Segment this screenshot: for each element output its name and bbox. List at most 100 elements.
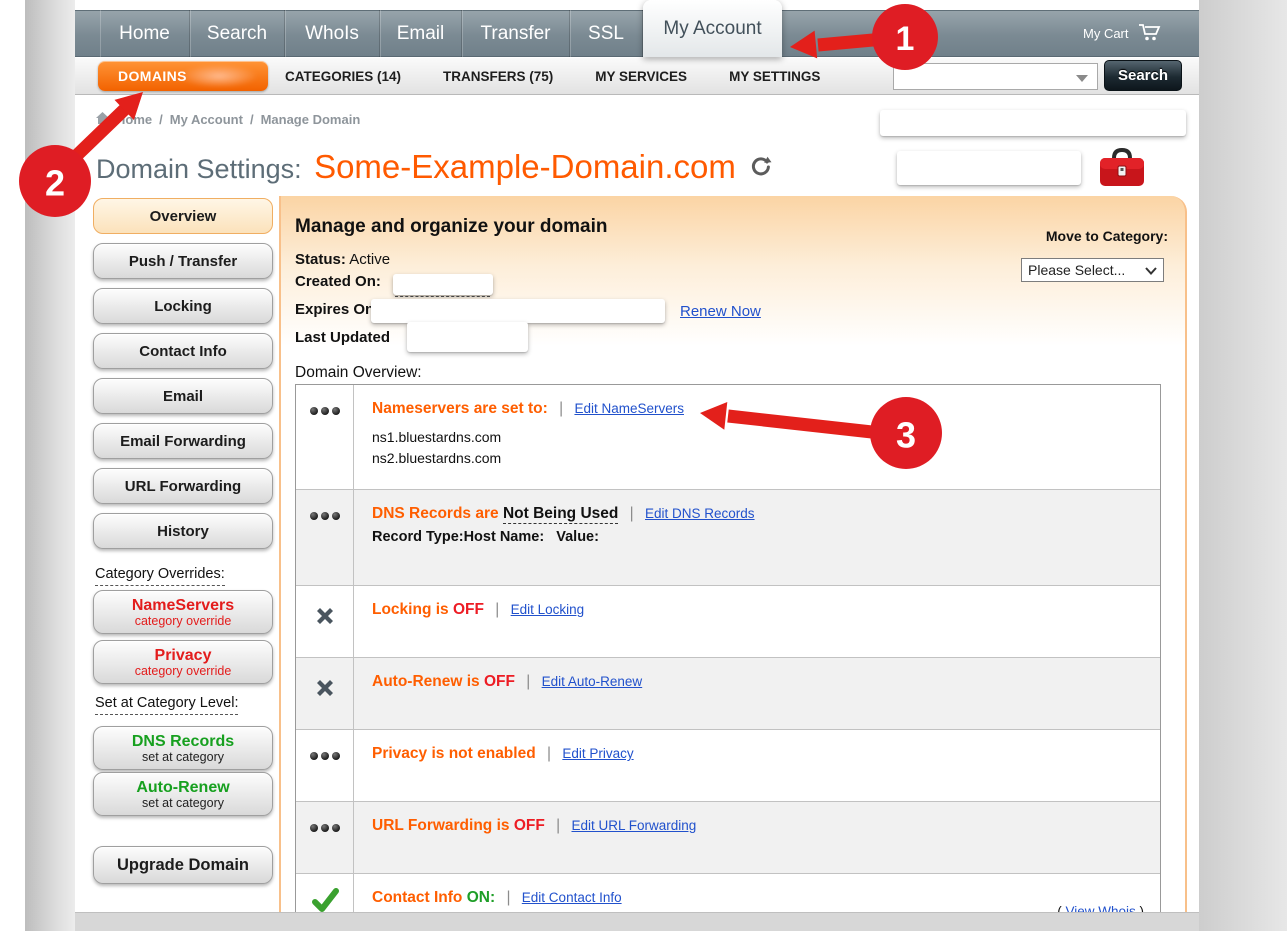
redacted-box (880, 110, 1186, 136)
top-nav-tabs: Home Search WhoIs Email Transfer SSL My … (100, 0, 782, 57)
row-status-off: OFF (453, 601, 484, 618)
row-title: Nameservers are set to: (372, 400, 548, 417)
nav-tab-email[interactable]: Email (380, 10, 462, 57)
subnav-domains-button[interactable]: DOMAINS (98, 61, 268, 91)
row-status-off: OFF (514, 817, 545, 834)
renew-now-link[interactable]: Renew Now (680, 303, 761, 320)
search-button[interactable]: Search (1104, 60, 1182, 91)
sidebar-item-dns-records-category[interactable]: DNS Records set at category (93, 726, 273, 770)
nav-tab-my-account[interactable]: My Account (643, 0, 782, 57)
category-label: DNS Records (132, 733, 234, 750)
domain-overview-table: Nameservers are set to: | Edit NameServe… (295, 384, 1161, 931)
domain-overview-label: Domain Overview: (295, 364, 422, 382)
row-title: Locking is (372, 601, 449, 618)
separator: | (506, 889, 510, 906)
expires-label: Expires On (295, 301, 374, 318)
breadcrumb: Home / My Account / Manage Domain (96, 112, 360, 127)
override-label: NameServers (132, 597, 234, 614)
category-overrides-label: Category Overrides: (95, 566, 225, 586)
domain-search-combobox[interactable] (893, 63, 1098, 90)
edit-privacy-link[interactable]: Edit Privacy (562, 746, 633, 761)
row-title: Auto-Renew is (372, 673, 480, 690)
overview-row-locking: Locking is OFF | Edit Locking (296, 585, 1160, 657)
status-line: Status: Active (295, 251, 390, 268)
page-title: Domain Settings: Some-Example-Domain.com (96, 148, 772, 186)
edit-url-forwarding-link[interactable]: Edit URL Forwarding (571, 818, 696, 833)
nav-tab-ssl[interactable]: SSL (570, 10, 643, 57)
subnav-items: CATEGORIES (14) TRANSFERS (75) MY SERVIC… (285, 57, 820, 95)
home-icon (96, 112, 109, 127)
nav-tab-transfer[interactable]: Transfer (462, 10, 570, 57)
redacted-box (393, 274, 493, 295)
breadcrumb-separator: / (159, 112, 163, 127)
redacted-box (371, 299, 665, 323)
override-sublabel: category override (135, 664, 232, 678)
my-cart-button[interactable]: My Cart (1083, 10, 1162, 57)
created-line: Created On: (295, 273, 381, 290)
sidebar-item-contact-info[interactable]: Contact Info (93, 333, 273, 369)
edit-nameservers-link[interactable]: Edit NameServers (574, 401, 684, 416)
edit-contact-info-link[interactable]: Edit Contact Info (522, 890, 622, 905)
page: Home Search WhoIs Email Transfer SSL My … (0, 0, 1287, 931)
sidebar-item-url-forwarding[interactable]: URL Forwarding (93, 468, 273, 504)
left-gutter (25, 0, 75, 931)
nav-tab-search[interactable]: Search (190, 10, 285, 57)
override-sublabel: category override (135, 614, 232, 628)
sidebar-item-email-forwarding[interactable]: Email Forwarding (93, 423, 273, 459)
edit-dns-records-link[interactable]: Edit DNS Records (645, 506, 755, 521)
dots-icon (296, 490, 354, 585)
cart-icon (1138, 23, 1162, 45)
overview-row-url-forwarding: URL Forwarding is OFF | Edit URL Forward… (296, 801, 1160, 873)
set-at-category-label: Set at Category Level: (95, 695, 238, 715)
breadcrumb-home[interactable]: Home (116, 112, 152, 127)
overview-row-dns-records: DNS Records are Not Being Used | Edit DN… (296, 489, 1160, 585)
expires-line: Expires On (295, 301, 374, 318)
sidebar-item-locking[interactable]: Locking (93, 288, 273, 324)
sidebar-item-push-transfer[interactable]: Push / Transfer (93, 243, 273, 279)
breadcrumb-my-account[interactable]: My Account (170, 112, 243, 127)
override-label: Privacy (155, 647, 212, 664)
separator: | (559, 400, 563, 417)
category-sublabel: set at category (142, 750, 224, 764)
updated-line: Last Updated (295, 329, 390, 346)
nav-tab-home[interactable]: Home (100, 10, 190, 57)
right-gutter (1199, 0, 1287, 931)
row-title: Privacy is not enabled (372, 745, 536, 762)
subnav-domains-label: DOMAINS (118, 68, 187, 84)
dns-record-columns: Record Type:Host Name: Value: (372, 529, 1144, 545)
overview-row-auto-renew: Auto-Renew is OFF | Edit Auto-Renew (296, 657, 1160, 729)
edit-auto-renew-link[interactable]: Edit Auto-Renew (542, 674, 643, 689)
toolbox-icon[interactable] (1098, 146, 1146, 195)
subnav-item-my-settings[interactable]: MY SETTINGS (729, 69, 820, 84)
subnav-item-my-services[interactable]: MY SERVICES (595, 69, 687, 84)
subnav-item-categories[interactable]: CATEGORIES (14) (285, 69, 401, 84)
sidebar-item-auto-renew-category[interactable]: Auto-Renew set at category (93, 772, 273, 816)
row-status-on: ON: (467, 889, 495, 906)
edit-locking-link[interactable]: Edit Locking (511, 602, 585, 617)
sidebar-item-upgrade-domain[interactable]: Upgrade Domain (93, 846, 273, 884)
my-cart-label: My Cart (1083, 26, 1129, 41)
move-to-category-value: Please Select... (1028, 262, 1125, 278)
sidebar-item-privacy-override[interactable]: Privacy category override (93, 640, 273, 684)
redacted-box (407, 322, 528, 352)
overview-row-privacy: Privacy is not enabled | Edit Privacy (296, 729, 1160, 801)
sidebar-item-nameservers-override[interactable]: NameServers category override (93, 590, 273, 634)
breadcrumb-manage-domain: Manage Domain (261, 112, 361, 127)
move-to-category-select[interactable]: Please Select... (1021, 258, 1164, 282)
sidebar-item-history[interactable]: History (93, 513, 273, 549)
subnav-item-transfers[interactable]: TRANSFERS (75) (443, 69, 553, 84)
refresh-icon[interactable] (750, 165, 772, 182)
row-status-text: Not Being Used (503, 505, 618, 524)
overview-row-nameservers: Nameservers are set to: | Edit NameServe… (296, 385, 1160, 489)
sidebar-item-email[interactable]: Email (93, 378, 273, 414)
redacted-smudge (182, 65, 256, 87)
nav-tab-whois[interactable]: WhoIs (285, 10, 380, 57)
dashed-underline (395, 296, 490, 297)
breadcrumb-separator: / (250, 112, 254, 127)
redacted-box (897, 151, 1081, 185)
bottom-gutter (75, 912, 1199, 931)
content-heading: Manage and organize your domain (295, 216, 608, 238)
nameserver-value: ns2.bluestardns.com (372, 448, 1144, 469)
chevron-down-icon (1076, 75, 1088, 82)
sidebar-item-overview[interactable]: Overview (93, 198, 273, 234)
